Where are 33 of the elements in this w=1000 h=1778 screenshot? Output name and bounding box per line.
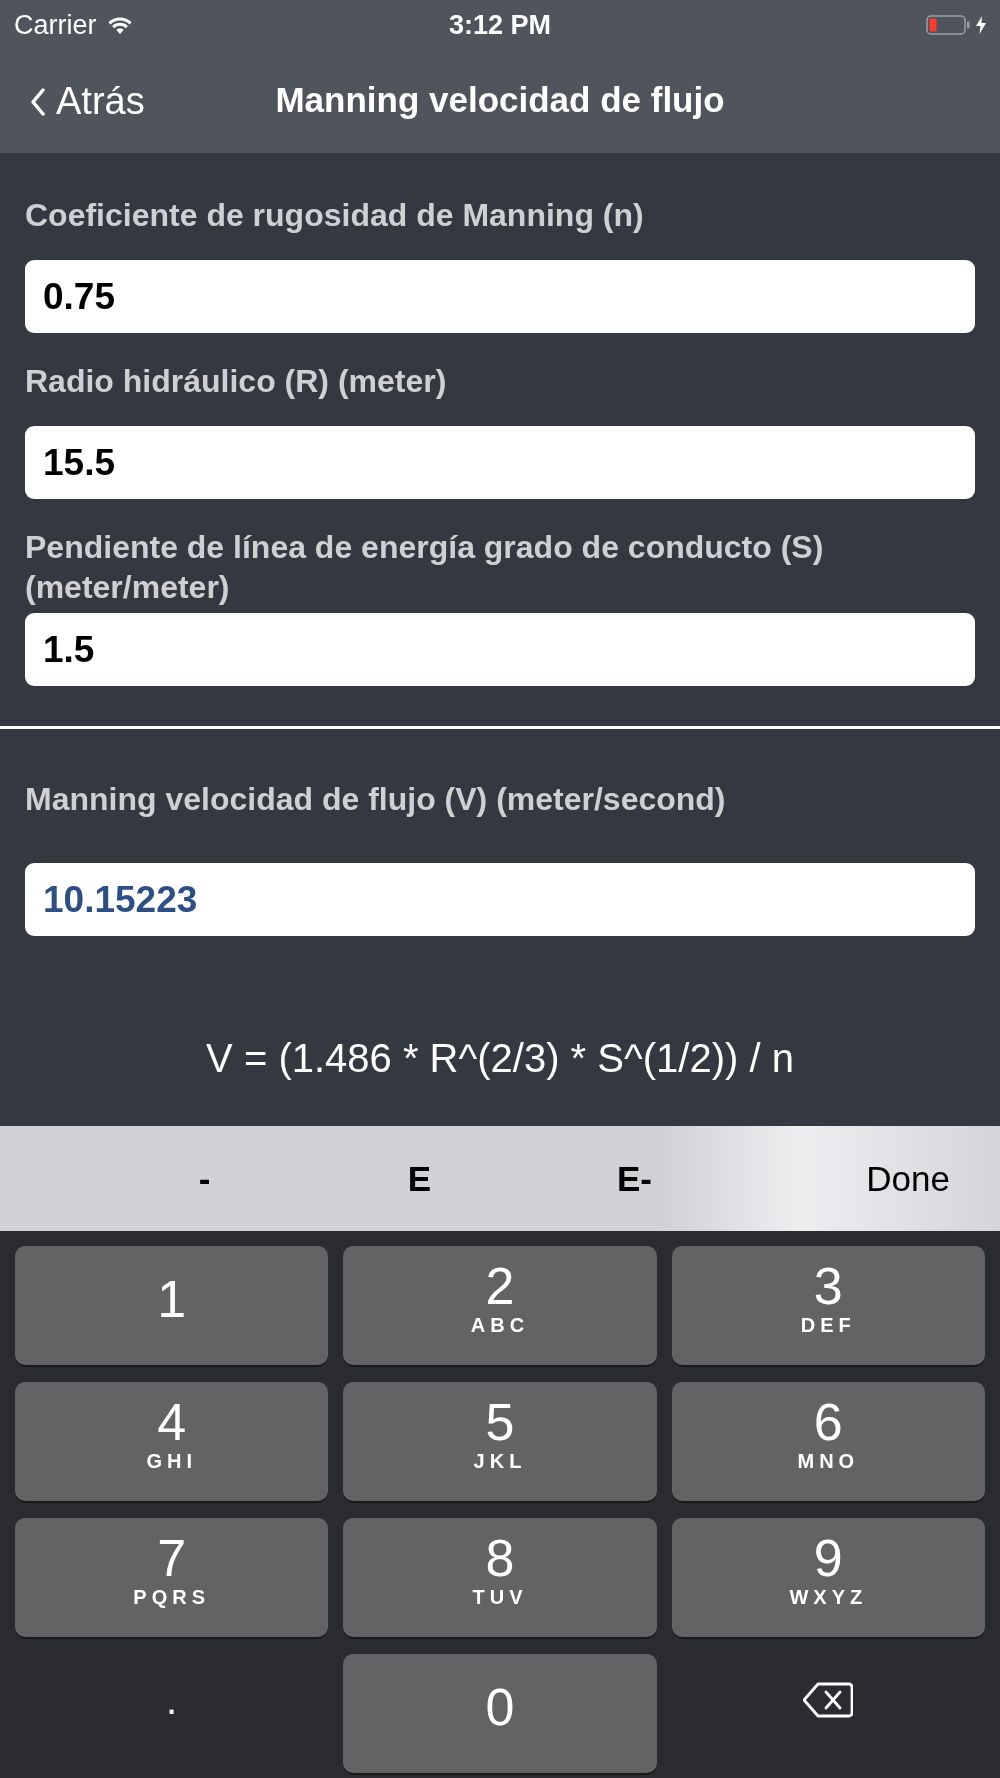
field-label: Radio hidráulico (R) (meter) [25,362,448,401]
back-button[interactable]: Atrás [0,80,145,123]
backspace-icon [803,1681,854,1718]
keypad-key[interactable]: 0 [343,1654,657,1773]
result-field[interactable]: 10.15223 [25,863,975,936]
status-time: 3:12 PM [449,9,551,41]
battery-icon [926,15,970,35]
field-label: Pendiente de línea de energía grado de conducto (S) (meter/meter) [25,528,825,607]
screen-title: Manning velocidad de flujo [275,80,725,120]
keypad-key[interactable]: 6 MNO [671,1382,985,1501]
toolbar-key[interactable]: E- [527,1158,742,1199]
keypad-key[interactable]: 1 [15,1246,329,1365]
toolbar-key[interactable]: E [312,1158,527,1199]
decimal-key[interactable]: . [15,1654,329,1773]
toolbar-key[interactable]: - [97,1158,312,1199]
input-field[interactable]: 0.75 [25,260,975,333]
keypad-key[interactable]: 5 JKL [343,1382,657,1501]
keypad-key[interactable]: 3 DEF [671,1246,985,1365]
done-button[interactable]: Done [866,1158,1000,1199]
keypad-key[interactable]: 9 WXYZ [671,1518,985,1637]
wifi-icon [106,15,133,35]
charging-bolt-icon [976,16,986,34]
keypad-key[interactable]: 7 PQRS [15,1518,329,1637]
formula-text: V = (1.486 * R^(2/3) * S^(1/2)) / n [205,1036,795,1081]
input-field[interactable]: 1.5 [25,613,975,686]
carrier-name: Carrier [14,9,97,41]
back-chevron-icon [30,87,46,116]
result-label: Manning velocidad de flujo (V) (meter/second) [25,780,727,819]
field-label: Coeficiente de rugosidad de Manning (n) [25,196,645,235]
keypad-key[interactable]: 2 ABC [343,1246,657,1365]
input-field[interactable]: 15.5 [25,426,975,499]
keypad-key[interactable]: 8 TUV [343,1518,657,1637]
keypad-key[interactable]: 4 GHI [15,1382,329,1501]
